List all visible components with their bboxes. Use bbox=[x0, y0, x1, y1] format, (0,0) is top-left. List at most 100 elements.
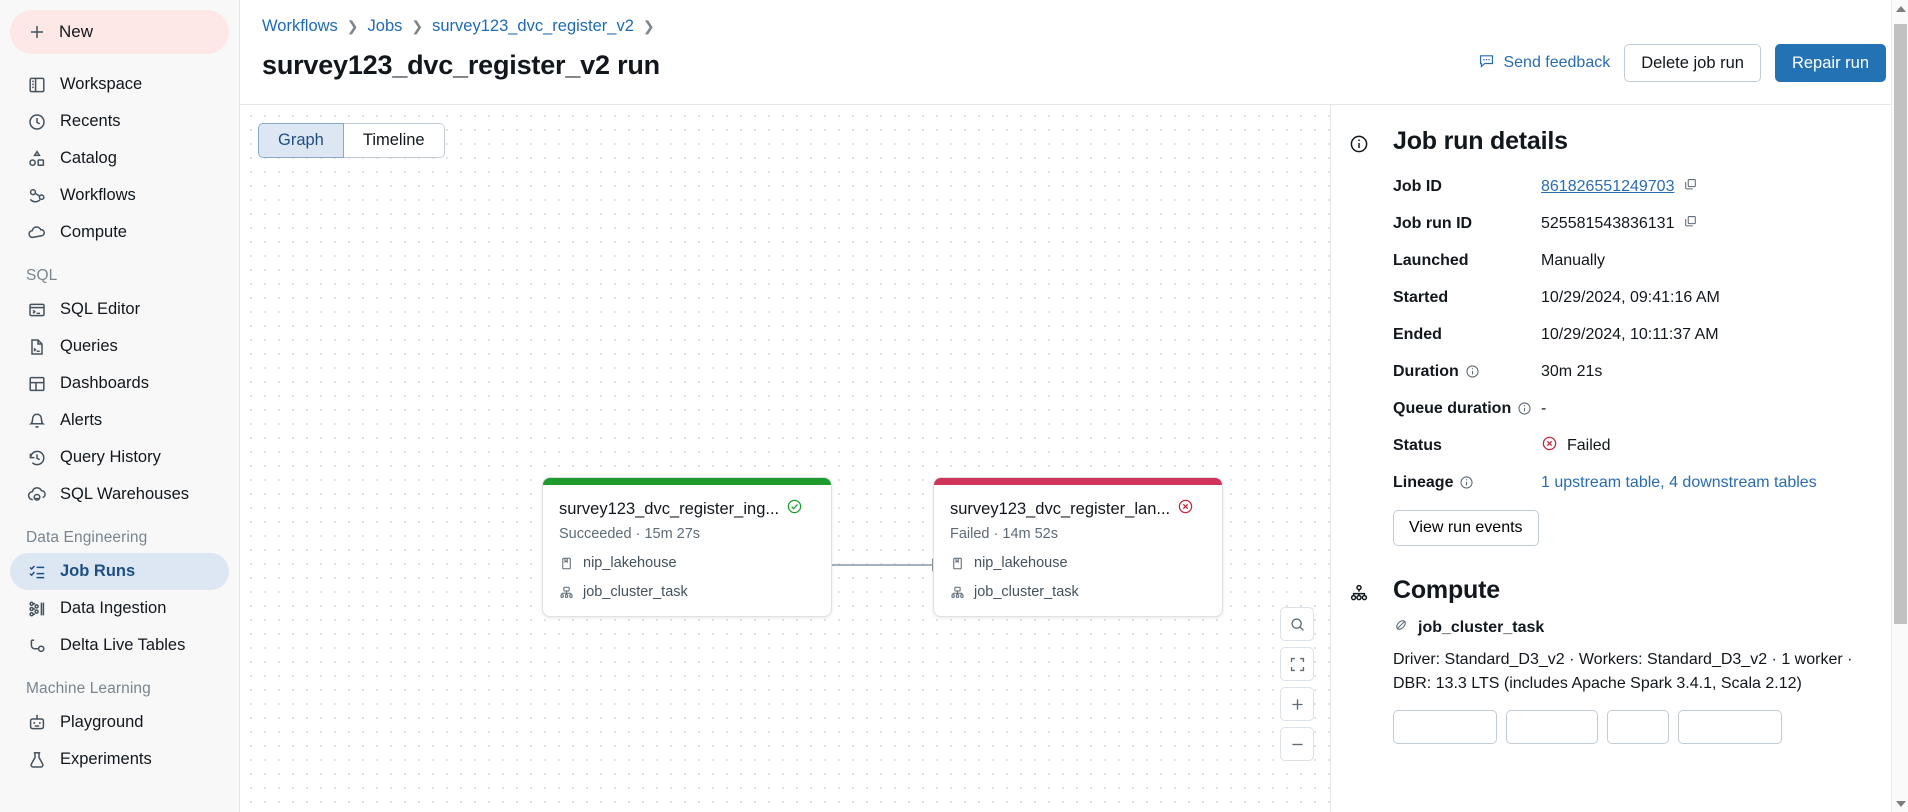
sidebar-item-queries[interactable]: Queries bbox=[10, 328, 229, 365]
sidebar-item-query-history[interactable]: Query History bbox=[10, 439, 229, 476]
info-icon[interactable] bbox=[1459, 475, 1474, 490]
graph-search-button[interactable] bbox=[1280, 607, 1314, 641]
task-node-ingest[interactable]: survey123_dvc_register_ing... Succeeded … bbox=[542, 477, 832, 617]
compute-chip[interactable] bbox=[1607, 710, 1669, 744]
scrollbar-thumb[interactable] bbox=[1894, 24, 1907, 624]
sidebar-item-label: SQL Warehouses bbox=[60, 485, 190, 503]
detail-label-text: Job ID bbox=[1393, 177, 1442, 195]
task-node-landing[interactable]: survey123_dvc_register_lan... Failed · 1… bbox=[933, 477, 1223, 617]
detail-row-label: Job run ID bbox=[1393, 215, 1541, 233]
detail-row: Started 10/29/2024, 09:41:16 AM bbox=[1393, 279, 1890, 316]
status-failed-icon bbox=[1541, 435, 1558, 457]
task-node-catalog-label: nip_lakehouse bbox=[583, 555, 677, 571]
sidebar-item-alerts[interactable]: Alerts bbox=[10, 402, 229, 439]
compute-chip[interactable] bbox=[1678, 710, 1782, 744]
detail-row-label: Job ID bbox=[1393, 178, 1541, 196]
graph-zoom-out-button[interactable] bbox=[1280, 727, 1314, 761]
sidebar-item-dashboards[interactable]: Dashboards bbox=[10, 365, 229, 402]
new-button-label: New bbox=[59, 22, 94, 41]
workspace-icon bbox=[26, 74, 47, 95]
breadcrumb-item-job[interactable]: survey123_dvc_register_v2 bbox=[432, 17, 634, 36]
scroll-up-arrow[interactable] bbox=[1892, 0, 1908, 17]
detail-row-value[interactable]: 1 upstream table, 4 downstream tables bbox=[1541, 474, 1817, 492]
detail-row-label: Started bbox=[1393, 289, 1541, 307]
info-icon[interactable] bbox=[1517, 401, 1532, 416]
task-node-status: Failed · 14m 52s bbox=[950, 526, 1058, 542]
view-run-events-button[interactable]: View run events bbox=[1393, 510, 1539, 546]
info-icon[interactable] bbox=[1465, 364, 1480, 379]
compute-cluster-name-row[interactable]: job_cluster_task bbox=[1393, 617, 1890, 638]
detail-label-text: Lineage bbox=[1393, 473, 1454, 491]
compute-cluster-icon bbox=[1349, 576, 1393, 744]
plus-icon bbox=[26, 22, 47, 43]
sidebar-item-delta-live-tables[interactable]: Delta Live Tables bbox=[10, 627, 229, 664]
detail-row-value: 10/29/2024, 09:41:16 AM bbox=[1541, 289, 1720, 307]
breadcrumb-separator: ❯ bbox=[642, 17, 655, 34]
sidebar-item-workflows[interactable]: Workflows bbox=[10, 177, 229, 214]
task-node-cluster-label: job_cluster_task bbox=[974, 584, 1079, 600]
sidebar-item-sql-editor[interactable]: SQL Editor bbox=[10, 291, 229, 328]
detail-value-link[interactable]: 861826551249703 bbox=[1541, 178, 1674, 196]
sidebar-item-label: Query History bbox=[60, 448, 161, 466]
sidebar-item-data-ingestion[interactable]: Data Ingestion bbox=[10, 590, 229, 627]
compute-chip[interactable] bbox=[1393, 710, 1497, 744]
sidebar-item-playground[interactable]: Playground bbox=[10, 704, 229, 741]
detail-row-value[interactable]: 861826551249703 bbox=[1541, 177, 1698, 197]
detail-label-text: Duration bbox=[1393, 362, 1459, 380]
sidebar-item-compute[interactable]: Compute bbox=[10, 214, 229, 251]
task-node-status: Succeeded · 15m 27s bbox=[559, 526, 701, 542]
detail-label-text: Status bbox=[1393, 436, 1442, 454]
compute-chip-row bbox=[1393, 710, 1890, 744]
detail-row-value: 525581543836131 bbox=[1541, 214, 1698, 234]
catalog-icon bbox=[26, 148, 47, 169]
task-node-catalog-label: nip_lakehouse bbox=[974, 555, 1068, 571]
sidebar: New Workspace Recents Catalog Workflows Comp… bbox=[0, 0, 240, 812]
page-scrollbar[interactable] bbox=[1891, 0, 1908, 812]
scroll-down-arrow[interactable] bbox=[1892, 795, 1908, 812]
detail-row-value: 30m 21s bbox=[1541, 363, 1602, 381]
task-node-cluster: job_cluster_task bbox=[559, 584, 815, 600]
breadcrumb-item-jobs[interactable]: Jobs bbox=[368, 17, 403, 36]
clock-icon bbox=[26, 111, 47, 132]
tab-timeline[interactable]: Timeline bbox=[343, 123, 445, 158]
sidebar-item-catalog[interactable]: Catalog bbox=[10, 140, 229, 177]
detail-label-text: Queue duration bbox=[1393, 399, 1512, 417]
compute-chip[interactable] bbox=[1506, 710, 1598, 744]
detail-value-text: Failed bbox=[1567, 436, 1611, 454]
dashboards-icon bbox=[26, 373, 47, 394]
sidebar-item-job-runs[interactable]: Job Runs bbox=[10, 553, 229, 590]
sidebar-item-label: Data Ingestion bbox=[60, 599, 167, 617]
task-node-title: survey123_dvc_register_lan... bbox=[950, 499, 1171, 518]
new-button[interactable]: New bbox=[10, 10, 229, 54]
queries-icon bbox=[26, 336, 47, 357]
detail-value-text: - bbox=[1541, 399, 1547, 417]
app-root: New Workspace Recents Catalog Workflows Comp… bbox=[0, 0, 1908, 812]
tab-graph[interactable]: Graph bbox=[258, 123, 344, 158]
graph-zoom-in-button[interactable] bbox=[1280, 687, 1314, 721]
copy-icon[interactable] bbox=[1683, 177, 1698, 197]
delete-job-run-button[interactable]: Delete job run bbox=[1624, 44, 1761, 82]
sidebar-item-workspace[interactable]: Workspace bbox=[10, 66, 229, 103]
warehouse-icon bbox=[26, 484, 47, 505]
send-feedback-button[interactable]: Send feedback bbox=[1478, 52, 1610, 74]
sidebar-item-label: Recents bbox=[60, 112, 121, 130]
sidebar-item-label: Job Runs bbox=[60, 562, 136, 580]
graph-fit-screen-button[interactable] bbox=[1280, 647, 1314, 681]
task-status-bar bbox=[543, 478, 831, 485]
sidebar-item-label: Playground bbox=[60, 713, 144, 731]
graph-canvas[interactable]: Graph Timeline survey123_dvc_register_in… bbox=[240, 105, 1330, 812]
detail-row-value: Manually bbox=[1541, 252, 1605, 270]
sidebar-item-experiments[interactable]: Experiments bbox=[10, 741, 229, 778]
sidebar-item-sql-warehouses[interactable]: SQL Warehouses bbox=[10, 476, 229, 513]
detail-row: Job run ID 525581543836131 bbox=[1393, 205, 1890, 242]
bell-icon bbox=[26, 410, 47, 431]
detail-value-link[interactable]: 1 upstream table, 4 downstream tables bbox=[1541, 474, 1817, 492]
detail-row-label: Launched bbox=[1393, 252, 1541, 270]
compute-cluster-name: job_cluster_task bbox=[1418, 618, 1545, 636]
repair-run-button[interactable]: Repair run bbox=[1774, 44, 1886, 82]
task-node-cluster: job_cluster_task bbox=[950, 584, 1206, 600]
sidebar-item-recents[interactable]: Recents bbox=[10, 103, 229, 140]
copy-icon[interactable] bbox=[1683, 214, 1698, 234]
details-panel: Job run details Job ID 861826551249703 Job… bbox=[1330, 105, 1908, 812]
breadcrumb-item-workflows[interactable]: Workflows bbox=[262, 17, 338, 36]
